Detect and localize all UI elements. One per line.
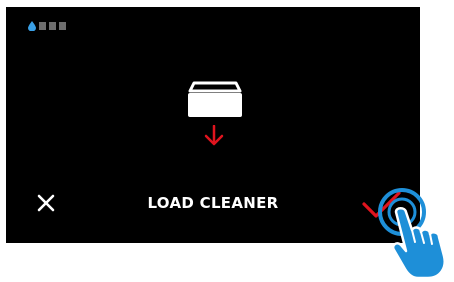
water-drop-icon	[28, 21, 36, 31]
level-segment	[39, 22, 46, 30]
level-segment	[49, 22, 56, 30]
screen-title: LOAD CLEANER	[147, 194, 279, 212]
cleaner-cartridge-icon	[188, 81, 242, 117]
tapping-hand-icon	[378, 188, 446, 280]
close-button[interactable]	[32, 189, 60, 217]
stage: LOAD CLEANER	[0, 0, 454, 282]
touch-screen: LOAD CLEANER	[6, 7, 420, 243]
water-level-indicator	[28, 21, 66, 31]
level-segment	[59, 22, 66, 30]
close-icon	[37, 194, 55, 212]
arrow-down-icon	[204, 125, 224, 146]
